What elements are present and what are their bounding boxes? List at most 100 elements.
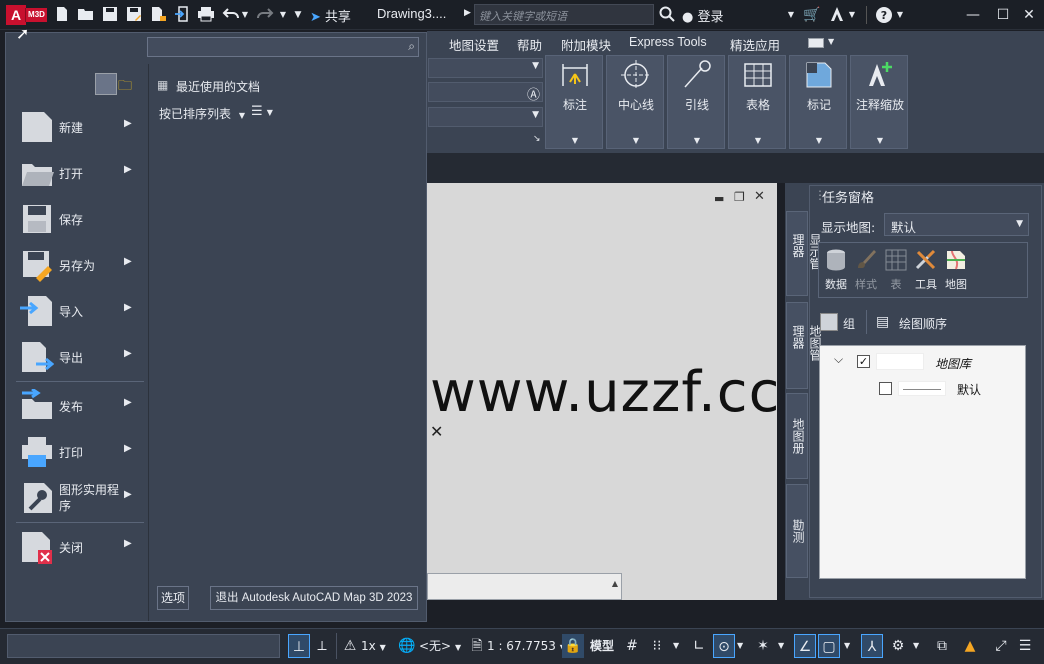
menu-save[interactable]: 保存 xyxy=(14,198,142,242)
vtab-display-manager[interactable]: 显示管理器 xyxy=(786,211,822,296)
qat-customize-icon[interactable]: ▼ xyxy=(292,6,304,24)
options-button[interactable]: 选项 xyxy=(157,586,189,610)
dimension-button[interactable]: 标注 ▼ xyxy=(545,55,603,149)
help-search-input[interactable]: 键入关键字或短语 xyxy=(474,4,654,25)
undo-dropdown-icon[interactable]: ▼ xyxy=(240,6,250,24)
a360-dropdown-icon[interactable]: ▼ xyxy=(846,6,858,24)
display-map-select[interactable]: 默认 ▼ xyxy=(884,213,1029,236)
tab-help[interactable]: 帮助 xyxy=(517,35,542,54)
draw-order-label[interactable]: 绘图顺序 xyxy=(899,315,947,332)
undo-icon[interactable] xyxy=(222,6,240,24)
menu-import[interactable]: 导入 ▶ xyxy=(14,290,142,334)
group-icon[interactable] xyxy=(820,313,838,331)
tools-tool-button[interactable]: 工具 xyxy=(910,248,942,292)
maximize-icon[interactable]: ☐ xyxy=(990,4,1016,26)
group-label[interactable]: 组 xyxy=(843,315,855,332)
viewport-restore-icon[interactable]: ❐ xyxy=(734,190,745,204)
exit-button[interactable]: 退出 Autodesk AutoCAD Map 3D 2023 xyxy=(210,586,418,610)
viewport-close-icon[interactable]: ✕ xyxy=(754,189,765,204)
menu-print[interactable]: 打印 ▶ xyxy=(14,431,142,475)
chevron-down-icon[interactable]: ⌵ xyxy=(834,352,843,367)
sort-dropdown[interactable]: 按已排序列表 ▼ xyxy=(159,105,245,122)
new-file-icon[interactable] xyxy=(53,6,71,24)
open-folder-icon[interactable] xyxy=(77,6,95,24)
dimension-style-combo[interactable]: ▼ xyxy=(428,107,543,127)
export-icon[interactable] xyxy=(149,6,167,24)
view-list-icon[interactable]: ☰ ▼ xyxy=(251,104,273,119)
grid-snap-icon[interactable]: ⊥ xyxy=(288,634,310,658)
save-as-icon[interactable] xyxy=(125,6,143,24)
save-icon[interactable] xyxy=(101,6,119,24)
command-popup[interactable]: ▲ xyxy=(427,573,622,600)
ortho-icon[interactable]: ∟ xyxy=(688,634,710,658)
model-space-toggle[interactable]: 模型 xyxy=(590,636,614,656)
tab-addins[interactable]: 附加模块 xyxy=(561,35,611,54)
search-icon[interactable] xyxy=(658,6,676,24)
login-button[interactable]: ● 登录 xyxy=(682,6,724,25)
login-dropdown-icon[interactable]: ▼ xyxy=(785,6,797,24)
customize-menu-icon[interactable]: ☰ xyxy=(1014,634,1036,658)
leader-button[interactable]: 引线 ▼ xyxy=(667,55,725,149)
menu-drawing-utilities[interactable]: 图形实用程序 ▶ xyxy=(14,477,142,521)
layer-checkbox[interactable] xyxy=(879,382,892,395)
grid-icon[interactable]: # xyxy=(621,634,643,658)
menu-new[interactable]: 新建 ▶ xyxy=(14,106,142,150)
isometric-icon[interactable]: ✶ xyxy=(752,634,774,658)
menu-save-as[interactable]: 另存为 ▶ xyxy=(14,244,142,288)
command-line-input[interactable] xyxy=(7,634,280,658)
open-docs-icon[interactable]: 🗀 xyxy=(118,75,132,99)
table-button[interactable]: 表格 ▼ xyxy=(728,55,786,149)
app-logo[interactable]: A M3D xyxy=(6,5,47,25)
menu-export[interactable]: 导出 ▶ xyxy=(14,336,142,380)
markup-button[interactable]: 标记 ▼ xyxy=(789,55,847,149)
fullscreen-icon[interactable]: ⤢ xyxy=(990,634,1012,658)
ribbon-minimize-icon[interactable] xyxy=(808,38,824,48)
cart-icon[interactable]: 🛒 xyxy=(803,6,821,24)
tab-map-settings[interactable]: 地图设置 xyxy=(449,35,499,54)
import-icon[interactable] xyxy=(173,6,191,24)
root-checkbox[interactable]: ✓ xyxy=(857,355,870,368)
chevron-down-icon[interactable]: ▼ xyxy=(737,636,743,656)
chevron-down-icon[interactable]: ▼ xyxy=(778,636,784,656)
data-tool-button[interactable]: 数据 xyxy=(820,248,852,292)
tab-express-tools[interactable]: Express Tools xyxy=(629,35,707,49)
coord-system[interactable]: <无> ▼ xyxy=(419,636,461,656)
panel-launcher-icon[interactable]: ↘ xyxy=(533,134,541,144)
table-tool-button[interactable]: 表 xyxy=(880,248,912,292)
find-text-field[interactable]: Ⓐ xyxy=(428,82,543,103)
minimize-icon[interactable]: — xyxy=(960,4,986,26)
scale-ratio[interactable]: 1 : 67.7753 ▼ xyxy=(487,636,566,656)
text-style-combo[interactable]: ▼ xyxy=(428,58,543,78)
close-icon[interactable]: ✕ xyxy=(1016,4,1042,26)
vtab-survey[interactable]: 勘测 xyxy=(786,484,808,578)
annotation-scale-status-icon[interactable]: ⅄ xyxy=(861,634,883,658)
recent-docs-icon[interactable] xyxy=(95,73,117,95)
chevron-down-icon[interactable]: ▼ xyxy=(913,636,919,656)
draw-order-icon[interactable]: ▤ xyxy=(876,314,889,330)
redo-icon[interactable] xyxy=(256,6,274,24)
map-tool-button[interactable]: 地图 xyxy=(940,248,972,292)
workspace-icon[interactable]: ⧉ xyxy=(931,634,953,658)
viewport-minimize-icon[interactable]: ▬ xyxy=(714,192,724,205)
help-icon[interactable]: ? xyxy=(875,6,893,24)
warning-icon[interactable]: ▲ xyxy=(959,634,981,658)
help-dropdown-icon[interactable]: ▼ xyxy=(894,6,906,24)
object-snap-icon[interactable]: ▢ xyxy=(818,634,840,658)
ribbon-options-icon[interactable]: ▼ xyxy=(828,37,834,46)
share-button[interactable]: ➤ 共享 xyxy=(310,6,351,25)
tree-root-label[interactable]: 地图库 xyxy=(935,355,971,372)
menu-open[interactable]: 打开 ▶ xyxy=(14,152,142,196)
chevron-down-icon[interactable]: ▼ xyxy=(844,636,850,656)
print-icon[interactable] xyxy=(197,6,215,24)
menu-close[interactable]: 关闭 ▶ xyxy=(14,526,142,570)
style-tool-button[interactable]: 样式 xyxy=(850,248,882,292)
chevron-down-icon[interactable]: ▼ xyxy=(673,636,679,656)
menu-publish[interactable]: 发布 ▶ xyxy=(14,385,142,429)
menu-search-input[interactable]: ⌕ xyxy=(147,37,419,57)
globe-icon[interactable]: 🌐 xyxy=(396,634,418,658)
object-snap-tracking-icon[interactable]: ∠ xyxy=(794,634,816,658)
autodesk-a360-icon[interactable] xyxy=(828,6,846,24)
viewport-scale-icon[interactable]: 🗎 xyxy=(466,634,488,658)
polar-tracking-icon[interactable]: ⊙ xyxy=(713,634,735,658)
redo-dropdown-icon[interactable]: ▼ xyxy=(278,6,288,24)
